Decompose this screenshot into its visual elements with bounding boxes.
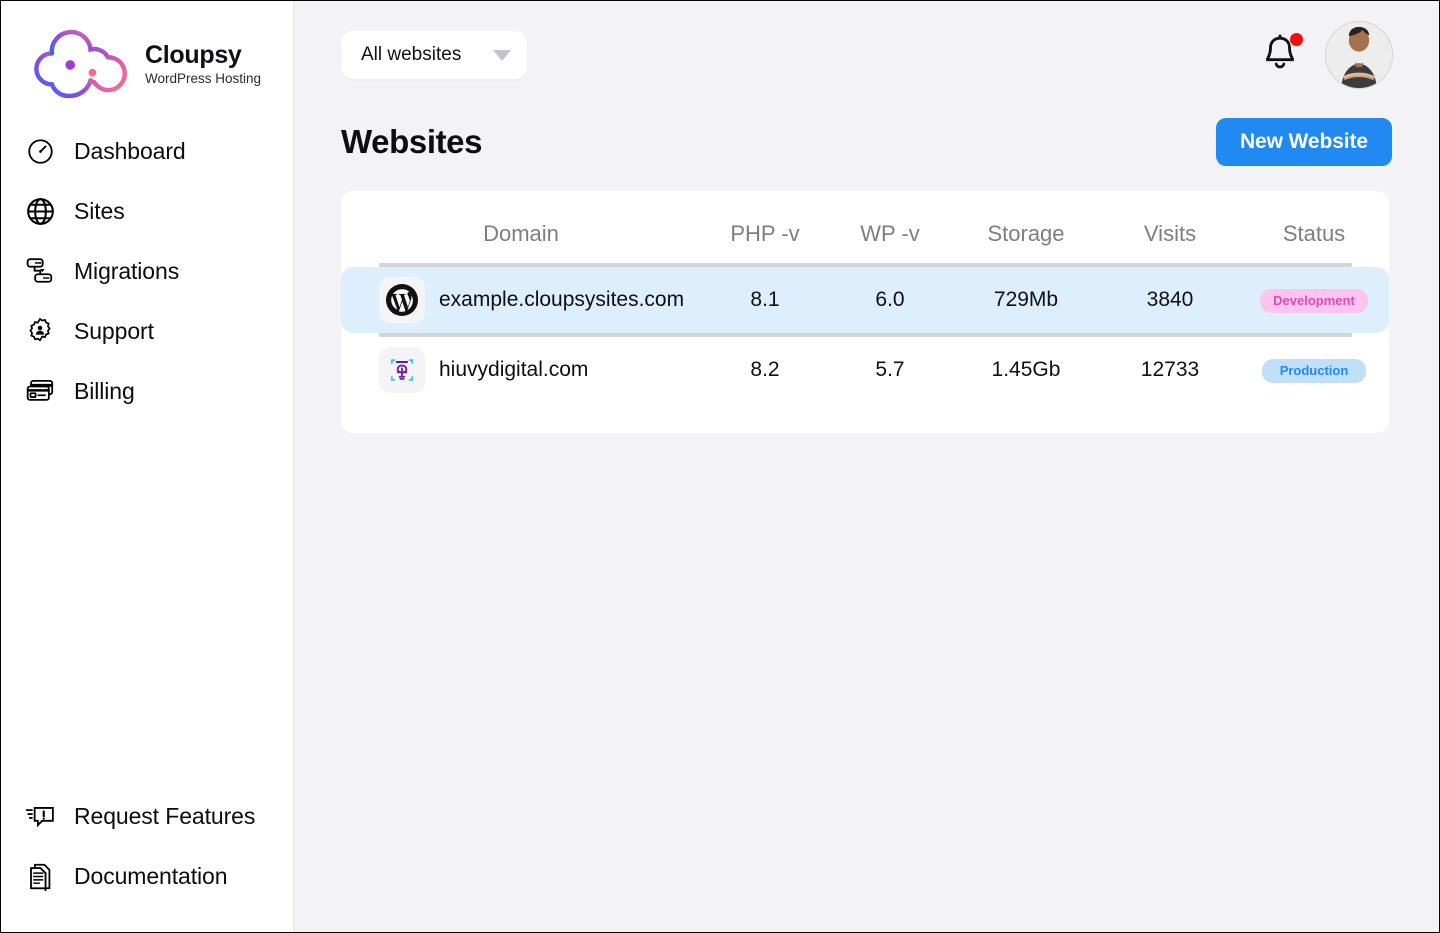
sidebar: Cloupsy WordPress Hosting Dashboard Site…	[1, 1, 294, 932]
avatar[interactable]	[1325, 21, 1393, 89]
cell-visits: 3840	[1101, 267, 1239, 333]
user-avatar	[1326, 22, 1392, 88]
brand-tagline: WordPress Hosting	[145, 71, 262, 87]
status-badge: Production	[1262, 359, 1366, 383]
websites-table: Domain PHP -v WP -v Storage Visits Statu…	[341, 191, 1389, 403]
column-header-php[interactable]: PHP -v	[701, 191, 829, 263]
sidebar-item-label: Request Features	[74, 802, 256, 829]
cell-status: Development	[1239, 267, 1389, 333]
sidebar-item-label: Migrations	[74, 257, 180, 284]
sidebar-item-billing[interactable]: Billing	[1, 361, 293, 421]
page-header: Websites New Website	[294, 111, 1439, 173]
table-row[interactable]: hiuvydigital.com 8.2 5.7 1.45Gb 12733 Pr…	[341, 337, 1389, 403]
brand-name: Cloupsy	[145, 41, 242, 70]
app-window: Cloupsy WordPress Hosting Dashboard Site…	[0, 0, 1440, 933]
sidebar-item-sites[interactable]: Sites	[1, 181, 293, 241]
cell-storage: 729Mb	[951, 267, 1101, 333]
sidebar-nav: Dashboard Sites Migrations Support Billi…	[1, 109, 293, 421]
domain-name: hiuvydigital.com	[439, 358, 589, 381]
sidebar-item-label: Support	[74, 317, 154, 344]
wordpress-icon	[379, 277, 425, 323]
top-bar: All websites	[294, 1, 1439, 109]
table-header: Domain PHP -v WP -v Storage Visits Statu…	[341, 191, 1389, 263]
cell-php: 8.2	[750, 358, 780, 381]
feedback-bubble-icon	[25, 801, 55, 831]
sidebar-item-request-features[interactable]: Request Features	[1, 786, 293, 846]
column-header-domain[interactable]: Domain	[341, 191, 701, 263]
sidebar-nav-bottom: Request Features Documentation	[1, 786, 293, 906]
table-body: example.cloupsysites.com 8.1 6.0 729Mb 3…	[341, 263, 1389, 403]
sidebar-item-label: Documentation	[74, 862, 228, 889]
cell-status: Production	[1239, 337, 1389, 403]
page-title: Websites	[341, 123, 483, 160]
chevron-down-icon	[493, 49, 511, 61]
main-content: All websites Websites New Website Domain…	[294, 1, 1439, 932]
sidebar-item-label: Dashboard	[74, 137, 186, 164]
table-row[interactable]: example.cloupsysites.com 8.1 6.0 729Mb 3…	[341, 267, 1389, 333]
brand-logo-block[interactable]: Cloupsy WordPress Hosting	[1, 1, 293, 109]
server-migration-icon	[25, 256, 55, 286]
cloud-logo-icon	[19, 28, 135, 100]
sidebar-item-documentation[interactable]: Documentation	[1, 846, 293, 906]
cell-visits: 12733	[1140, 358, 1200, 381]
notification-badge-dot	[1290, 33, 1303, 46]
documents-icon	[25, 861, 55, 891]
cell-domain: hiuvydigital.com	[341, 337, 701, 403]
lightbulb-brackets-icon	[379, 347, 425, 393]
cell-storage: 1.45Gb	[991, 358, 1061, 381]
cell-domain: example.cloupsysites.com	[341, 267, 701, 333]
new-website-button[interactable]: New Website	[1215, 118, 1392, 166]
notifications-button[interactable]	[1261, 33, 1303, 77]
sidebar-item-dashboard[interactable]: Dashboard	[1, 121, 293, 181]
sidebar-item-support[interactable]: Support	[1, 301, 293, 361]
website-filter-value: All websites	[361, 44, 462, 65]
cell-wp: 5.7	[875, 358, 905, 381]
sidebar-item-label: Sites	[74, 197, 125, 224]
cell-php: 8.1	[701, 267, 829, 333]
globe-icon	[25, 196, 55, 226]
column-header-status[interactable]: Status	[1239, 191, 1389, 263]
column-header-wp[interactable]: WP -v	[829, 191, 951, 263]
column-header-storage[interactable]: Storage	[951, 191, 1101, 263]
credit-card-icon	[25, 376, 55, 406]
column-header-visits[interactable]: Visits	[1101, 191, 1239, 263]
sidebar-item-migrations[interactable]: Migrations	[1, 241, 293, 301]
website-filter-dropdown[interactable]: All websites	[341, 31, 527, 79]
gear-person-icon	[25, 316, 55, 346]
websites-table-card: Domain PHP -v WP -v Storage Visits Statu…	[341, 191, 1389, 433]
gauge-icon	[25, 136, 55, 166]
top-bar-actions	[1261, 21, 1393, 89]
status-badge: Development	[1260, 289, 1368, 313]
domain-name: example.cloupsysites.com	[439, 288, 685, 311]
sidebar-item-label: Billing	[74, 377, 135, 404]
cell-wp: 6.0	[829, 267, 951, 333]
